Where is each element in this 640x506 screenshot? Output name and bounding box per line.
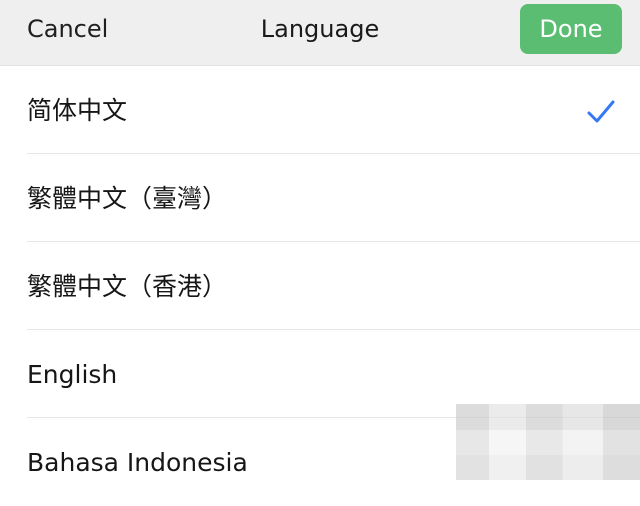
navigation-bar: Cancel Language Done (0, 0, 640, 66)
language-label: English (27, 360, 118, 389)
language-label: 简体中文 (27, 96, 128, 125)
language-item-traditional-chinese-hong-kong[interactable]: 繁體中文（香港） (0, 242, 640, 330)
language-item-traditional-chinese-taiwan[interactable]: 繁體中文（臺灣） (0, 154, 640, 242)
language-label: Bahasa Indonesia (27, 448, 248, 477)
done-button[interactable]: Done (520, 4, 622, 54)
language-label: 繁體中文（臺灣） (27, 184, 228, 213)
language-label: 繁體中文（香港） (27, 272, 228, 301)
checkmark-icon (587, 100, 615, 123)
pixel-mosaic (456, 404, 640, 480)
language-item-simplified-chinese[interactable]: 简体中文 (0, 66, 640, 154)
